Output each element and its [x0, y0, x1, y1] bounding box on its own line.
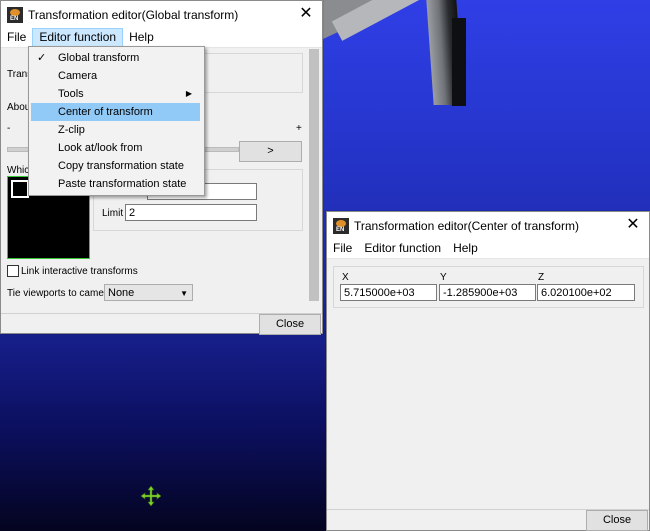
app-icon: EN: [333, 217, 349, 234]
close-button[interactable]: Close: [586, 510, 648, 531]
menu-item-look-at[interactable]: Look at/look from: [31, 139, 200, 157]
checkmark-icon: ✓: [37, 52, 47, 64]
y-field[interactable]: -1.285900e+03: [439, 284, 536, 301]
close-icon[interactable]: ✕: [296, 4, 316, 24]
menu-item-paste-state[interactable]: Paste transformation state: [31, 175, 200, 193]
plus-label: +: [296, 123, 302, 134]
chevron-down-icon: ▼: [180, 289, 188, 298]
menu-bar: File Editor function Help: [327, 239, 649, 259]
editor-function-menu: ✓ Global transform Camera Tools ▶ Center…: [28, 46, 205, 196]
tie-select-value: None: [108, 287, 135, 299]
menu-item-z-clip[interactable]: Z-clip: [31, 121, 200, 139]
limit-field[interactable]: 2: [125, 204, 257, 221]
model-leg-shadow: [452, 18, 466, 106]
viewport-selector[interactable]: [11, 180, 29, 198]
y-label: Y: [440, 272, 447, 283]
menu-file[interactable]: File: [327, 239, 358, 258]
link-checkbox[interactable]: [7, 265, 19, 277]
close-icon[interactable]: ✕: [623, 215, 643, 235]
menu-item-camera[interactable]: Camera: [31, 67, 200, 85]
scrollbar-thumb[interactable]: [309, 49, 319, 301]
menu-help[interactable]: Help: [447, 239, 484, 258]
link-label: Link interactive transforms: [21, 266, 138, 277]
menu-help[interactable]: Help: [123, 28, 160, 47]
title-bar[interactable]: EN Transformation editor(Global transfor…: [1, 1, 322, 28]
menu-bar: File Editor function Help: [1, 28, 322, 48]
menu-item-center-of-transform[interactable]: Center of transform: [31, 103, 200, 121]
next-button[interactable]: >: [239, 141, 302, 162]
scrollbar[interactable]: [307, 49, 321, 309]
z-label: Z: [538, 272, 545, 283]
menu-editor-function[interactable]: Editor function: [32, 28, 124, 47]
window-title: Transformation editor(Center of transfor…: [354, 218, 579, 233]
minus-label: -: [7, 123, 11, 134]
x-label: X: [342, 272, 349, 283]
menu-item-tools[interactable]: Tools ▶: [31, 85, 200, 103]
tie-select[interactable]: None ▼: [104, 284, 193, 301]
submenu-arrow-icon: ▶: [185, 89, 192, 98]
menu-editor-function[interactable]: Editor function: [358, 239, 447, 258]
menu-item-copy-state[interactable]: Copy transformation state: [31, 157, 200, 175]
tie-label: Tie viewports to camera: [7, 288, 113, 299]
title-bar[interactable]: EN Transformation editor(Center of trans…: [327, 212, 649, 239]
center-transform-window: EN Transformation editor(Center of trans…: [326, 211, 650, 531]
menu-file[interactable]: File: [1, 28, 32, 47]
limit-label: Limit: [102, 208, 124, 219]
x-field[interactable]: 5.715000e+03: [340, 284, 437, 301]
menu-item-global-transform[interactable]: ✓ Global transform: [31, 49, 200, 67]
z-field[interactable]: 6.020100e+02: [537, 284, 635, 301]
window-title: Transformation editor(Global transform): [28, 7, 239, 22]
app-icon: EN: [7, 6, 23, 23]
close-button[interactable]: Close: [259, 314, 321, 335]
move-cursor-icon: [141, 486, 161, 506]
transform-panel: [201, 53, 303, 93]
